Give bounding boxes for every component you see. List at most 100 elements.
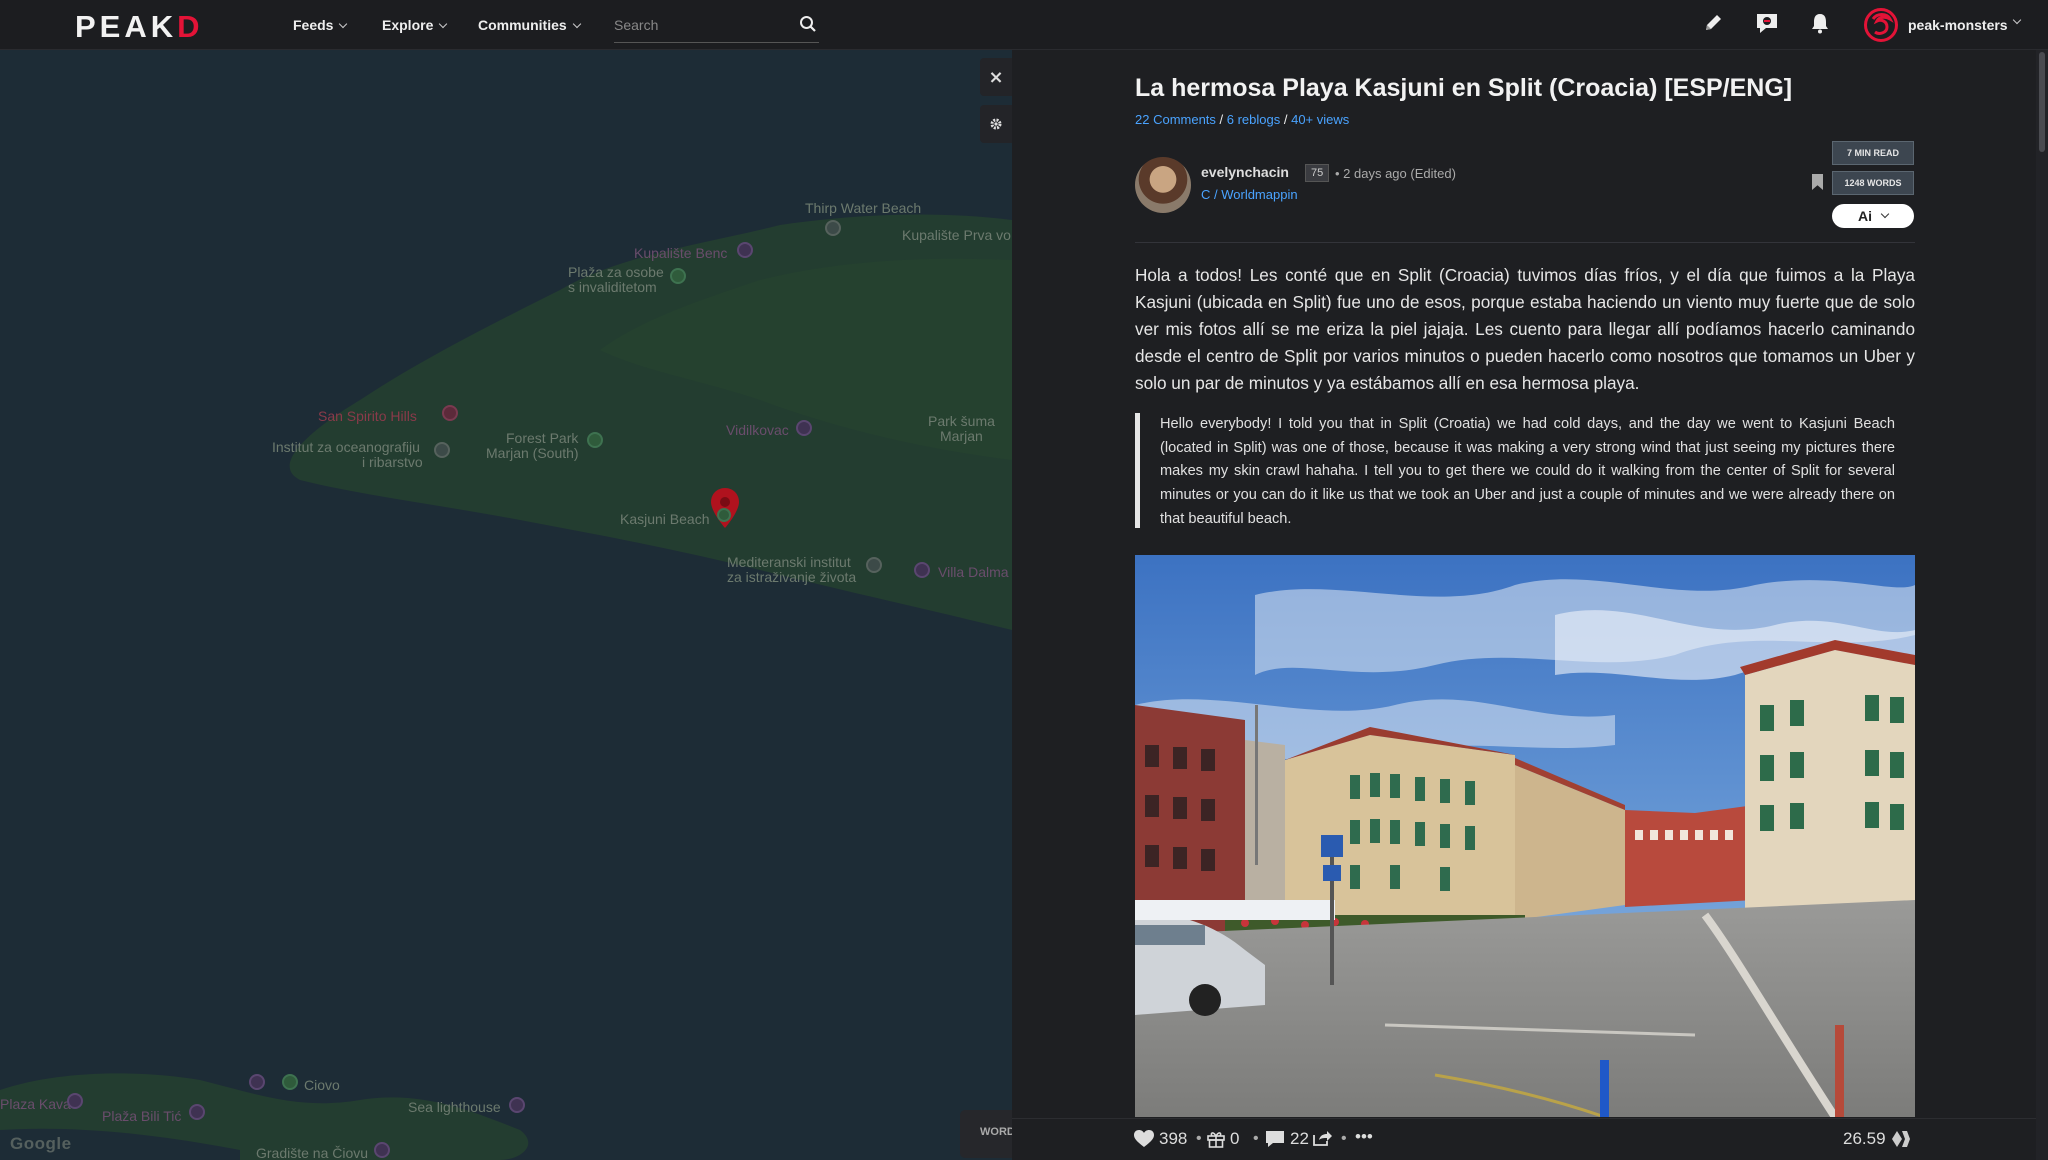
- map-label: Institut za oceanografiju: [272, 439, 420, 455]
- map-poi-pin[interactable]: [914, 562, 930, 578]
- top-navbar: PEAKD Feeds Explore Communities peak-mon…: [0, 0, 2048, 50]
- hive-icon: [1891, 1131, 1910, 1147]
- nav-communities[interactable]: Communities: [478, 17, 581, 33]
- map-label: Ciovo: [304, 1077, 340, 1093]
- author-avatar[interactable]: [1135, 157, 1191, 213]
- map-poi-pin[interactable]: [825, 220, 841, 236]
- map-poi-pin[interactable]: [587, 432, 603, 448]
- chevron-down-icon: [439, 19, 448, 29]
- more-options-button[interactable]: •••: [1355, 1127, 1373, 1147]
- article-body-spanish: Hola a todos! Les conté que en Split (Cr…: [1135, 265, 1915, 393]
- scrollbar-thumb[interactable]: [2039, 52, 2045, 152]
- article-panel: La hermosa Playa Kasjuni en Split (Croac…: [1012, 50, 2048, 1160]
- map-label: Thirp Water Beach: [805, 200, 922, 216]
- map-label: Marjan: [940, 428, 983, 444]
- map-poi-pin[interactable]: [249, 1074, 265, 1090]
- article-stats: 22 Comments / 6 reblogs / 40+ views: [1135, 112, 1350, 127]
- post-action-bar: 398 • 0 • 22 • ••• 26.59: [1012, 1118, 2036, 1160]
- comment-icon: [1266, 1131, 1284, 1147]
- map-label: Kupalište Benc: [634, 245, 728, 261]
- google-logo: Google: [10, 1134, 72, 1153]
- map-label: Sea lighthouse: [408, 1099, 501, 1115]
- views-link[interactable]: 40+ views: [1291, 112, 1349, 127]
- separator-dot: •: [1253, 1130, 1259, 1147]
- chat-icon[interactable]: [1754, 10, 1780, 41]
- search-icon[interactable]: [799, 15, 817, 38]
- map-poi-pin[interactable]: [189, 1104, 205, 1120]
- comments-link[interactable]: 22 Comments: [1135, 112, 1216, 127]
- map-settings-button[interactable]: [980, 105, 1012, 143]
- community-link[interactable]: C / Worldmappin: [1201, 187, 1298, 202]
- username-label: peak-monsters: [1908, 17, 2008, 33]
- separator-dot: •: [1196, 1130, 1202, 1147]
- close-icon: ×: [988, 66, 1004, 88]
- map-label: za istraživanje života: [727, 569, 857, 585]
- map-label: San Spirito Hills: [318, 408, 417, 424]
- article-title: La hermosa Playa Kasjuni en Split (Croac…: [1135, 74, 1793, 102]
- peakd-logo[interactable]: PEAKD: [75, 9, 204, 45]
- map-poi-pin[interactable]: [737, 242, 753, 258]
- map-land-shapes: [0, 214, 1012, 1160]
- map-poi-pin[interactable]: [434, 442, 450, 458]
- map-label: Gradište na Čiovu: [256, 1145, 369, 1160]
- gift-icon: [1207, 1132, 1225, 1148]
- map-label: Kupalište Prva vo: [902, 227, 1011, 243]
- map-label: Park šuma: [928, 413, 995, 429]
- map-label: Vidilkovac: [726, 422, 789, 438]
- search-box: [614, 11, 819, 43]
- chevron-down-icon: [1880, 209, 1890, 219]
- map-poi-pin[interactable]: [866, 557, 882, 573]
- heart-icon: [1134, 1130, 1154, 1147]
- upvote-button[interactable]: 398: [1134, 1129, 1187, 1149]
- map-poi-pin[interactable]: [374, 1142, 390, 1158]
- article-photo[interactable]: [1135, 555, 1915, 1117]
- chevron-down-icon: [2010, 13, 2021, 29]
- word-count-badge: 1248 WORDS: [1832, 171, 1914, 195]
- nav-explore[interactable]: Explore: [382, 17, 448, 33]
- nav-feeds[interactable]: Feeds: [293, 17, 348, 33]
- map-label: Plaza Kava: [0, 1096, 71, 1112]
- map-label: Kasjuni Beach: [620, 511, 710, 527]
- user-menu[interactable]: peak-monsters: [1864, 8, 2021, 42]
- payout-value[interactable]: 26.59: [1843, 1129, 1911, 1149]
- author-name[interactable]: evelynchacin: [1201, 164, 1289, 180]
- article-body-english: Hello everybody! I told you that in Spli…: [1135, 413, 1915, 528]
- read-time-badge: 7 MIN READ: [1832, 141, 1914, 165]
- map-poi-pin[interactable]: [670, 268, 686, 284]
- map-label: Marjan (South): [486, 445, 579, 461]
- more-icon: •••: [1355, 1127, 1373, 1146]
- divider: [1135, 242, 1915, 243]
- chevron-down-icon: [572, 19, 581, 29]
- post-time: • 2 days ago (Edited): [1335, 166, 1456, 181]
- map-label: Plaža Bili Tić: [102, 1108, 182, 1124]
- close-map-button[interactable]: ×: [980, 58, 1012, 96]
- reblogs-link[interactable]: 6 reblogs: [1227, 112, 1280, 127]
- map-label: i ribarstvo: [362, 454, 423, 470]
- map-label: Villa Dalma: [938, 564, 1009, 580]
- map-poi-pin[interactable]: [67, 1093, 83, 1109]
- gift-button[interactable]: 0: [1207, 1129, 1239, 1149]
- scrollbar[interactable]: [2036, 50, 2048, 1160]
- pencil-icon[interactable]: [1702, 12, 1724, 39]
- comments-button[interactable]: 22: [1265, 1129, 1309, 1149]
- search-input[interactable]: [614, 11, 794, 39]
- reblog-button[interactable]: [1312, 1129, 1332, 1147]
- chevron-down-icon: [339, 19, 348, 29]
- user-avatar: [1864, 8, 1898, 42]
- map-label: Mediteranski institut: [727, 554, 851, 570]
- ai-dropdown-button[interactable]: Ai: [1832, 204, 1914, 228]
- map-poi-pin[interactable]: [717, 508, 731, 522]
- separator-dot: •: [1341, 1130, 1347, 1147]
- map-label: Forest Park: [506, 430, 579, 446]
- map-poi-pin[interactable]: [282, 1074, 298, 1090]
- share-icon: [1313, 1131, 1332, 1146]
- map-poi-pin[interactable]: [796, 420, 812, 436]
- reputation-badge: 75: [1305, 164, 1330, 182]
- word-button[interactable]: WORD: [960, 1110, 1020, 1158]
- map-poi-pin[interactable]: [509, 1097, 525, 1113]
- map-label: Plaža za osobe: [568, 264, 664, 280]
- map-panel[interactable]: Thirp Water Beach Kupalište Prva vo Kupa…: [0, 50, 1012, 1160]
- map-poi-pin[interactable]: [442, 405, 458, 421]
- bookmark-icon[interactable]: [1812, 174, 1823, 190]
- bell-icon[interactable]: [1810, 12, 1830, 39]
